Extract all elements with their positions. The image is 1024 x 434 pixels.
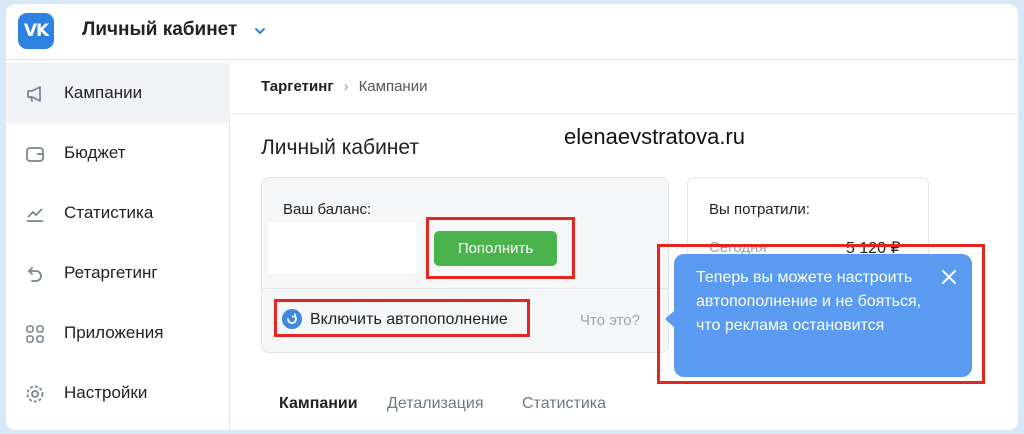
sidebar-item-settings[interactable]: Настройки bbox=[6, 363, 230, 423]
breadcrumb: Таргетинг › Кампании bbox=[261, 78, 427, 95]
tab-detailing[interactable]: Детализация bbox=[387, 395, 484, 413]
apps-grid-icon bbox=[26, 325, 44, 343]
sidebar-item-apps[interactable]: Приложения bbox=[6, 303, 230, 363]
sidebar-item-label: Ретаргетинг bbox=[64, 263, 158, 282]
wallet-icon bbox=[26, 147, 44, 162]
breadcrumb-campaigns: Кампании bbox=[358, 78, 428, 95]
vk-logo[interactable]: VK bbox=[18, 13, 54, 49]
sidebar-item-statistics[interactable]: Статистика bbox=[6, 183, 230, 243]
highlight-frame-topup bbox=[426, 217, 575, 279]
chart-trend-icon bbox=[27, 208, 43, 222]
balance-label: Ваш баланс: bbox=[283, 201, 372, 218]
balance-value-redacted bbox=[268, 222, 416, 274]
sidebar-item-campaigns[interactable]: Кампании bbox=[6, 63, 230, 123]
sidebar-item-label: Приложения bbox=[64, 323, 164, 342]
sidebar: Кампании Бюджет Статистика Ретаргетинг П… bbox=[6, 61, 230, 430]
app-title[interactable]: Личный кабинет bbox=[82, 19, 237, 41]
highlight-frame-autotopup bbox=[274, 299, 530, 337]
balance-card: Ваш баланс: Пополнить Включить автопопол… bbox=[261, 177, 669, 353]
spent-label: Вы потратили: bbox=[709, 201, 810, 218]
chevron-down-icon[interactable] bbox=[254, 26, 266, 36]
sidebar-item-budget[interactable]: Бюджет bbox=[6, 123, 230, 183]
sidebar-item-label: Настройки bbox=[64, 383, 148, 402]
breadcrumb-separator: › bbox=[343, 78, 349, 95]
divider bbox=[231, 113, 1018, 114]
sidebar-item-label: Статистика bbox=[64, 203, 154, 222]
sidebar-item-label: Кампании bbox=[64, 83, 143, 102]
gear-icon bbox=[26, 385, 44, 403]
what-is-it-link[interactable]: Что это? bbox=[580, 312, 640, 329]
watermark-text: elenaevstratova.ru bbox=[564, 124, 745, 149]
divider bbox=[262, 288, 668, 289]
retarget-arrow-icon bbox=[27, 267, 42, 282]
highlight-frame-tooltip bbox=[657, 244, 985, 384]
breadcrumb-targeting[interactable]: Таргетинг bbox=[261, 78, 334, 95]
tab-statistics[interactable]: Статистика bbox=[522, 395, 606, 413]
top-bar: VK Личный кабинет bbox=[6, 4, 1018, 60]
page-title: Личный кабинет bbox=[261, 136, 419, 159]
sidebar-item-label: Бюджет bbox=[64, 143, 126, 162]
sidebar-item-retargeting[interactable]: Ретаргетинг bbox=[6, 243, 230, 303]
tab-campaigns[interactable]: Кампании bbox=[279, 395, 358, 413]
megaphone-icon bbox=[27, 86, 41, 102]
